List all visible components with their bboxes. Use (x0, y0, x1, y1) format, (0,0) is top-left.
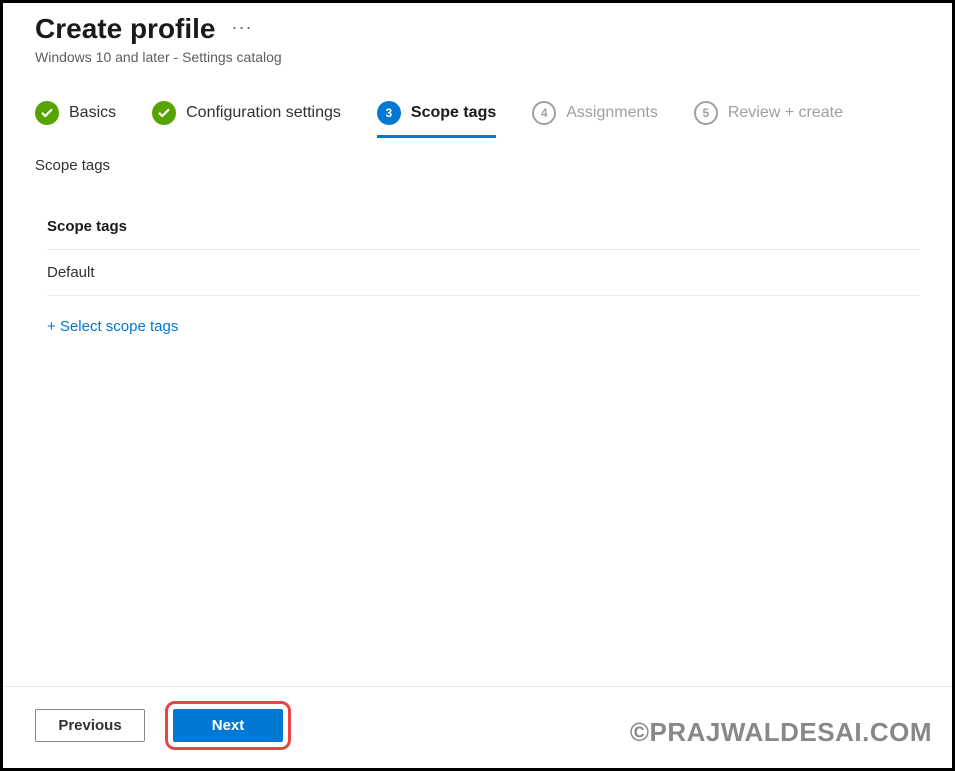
step-label: Basics (69, 104, 116, 122)
table-header: Scope tags (47, 218, 920, 250)
step-scope-tags[interactable]: 3 Scope tags (377, 101, 496, 138)
step-label: Scope tags (411, 104, 496, 122)
step-number-icon: 5 (694, 101, 718, 125)
select-scope-tags-link[interactable]: + Select scope tags (47, 318, 178, 335)
more-icon[interactable]: ··· (232, 17, 253, 42)
table-row[interactable]: Default (47, 250, 920, 296)
step-assignments[interactable]: 4 Assignments (532, 101, 658, 135)
step-label: Assignments (566, 104, 658, 122)
page-subtitle: Windows 10 and later - Settings catalog (35, 49, 920, 65)
step-label: Review + create (728, 104, 843, 122)
check-icon (35, 101, 59, 125)
section-label: Scope tags (3, 135, 952, 174)
step-number-icon: 4 (532, 101, 556, 125)
scope-tags-table: Scope tags Default + Select scope tags (3, 174, 952, 336)
step-number-icon: 3 (377, 101, 401, 125)
step-configuration-settings[interactable]: Configuration settings (152, 101, 341, 135)
page-title: Create profile (35, 13, 216, 45)
wizard-steps: Basics Configuration settings 3 Scope ta… (3, 65, 952, 135)
step-basics[interactable]: Basics (35, 101, 116, 135)
page-header: Create profile ··· Windows 10 and later … (3, 3, 952, 65)
wizard-footer: Previous Next ©PRAJWALDESAI.COM (3, 686, 952, 768)
previous-button[interactable]: Previous (35, 709, 145, 742)
check-icon (152, 101, 176, 125)
next-button[interactable]: Next (173, 709, 283, 742)
step-review-create[interactable]: 5 Review + create (694, 101, 843, 135)
step-label: Configuration settings (186, 104, 341, 122)
highlight-annotation: Next (165, 701, 291, 750)
watermark: ©PRAJWALDESAI.COM (630, 717, 932, 748)
